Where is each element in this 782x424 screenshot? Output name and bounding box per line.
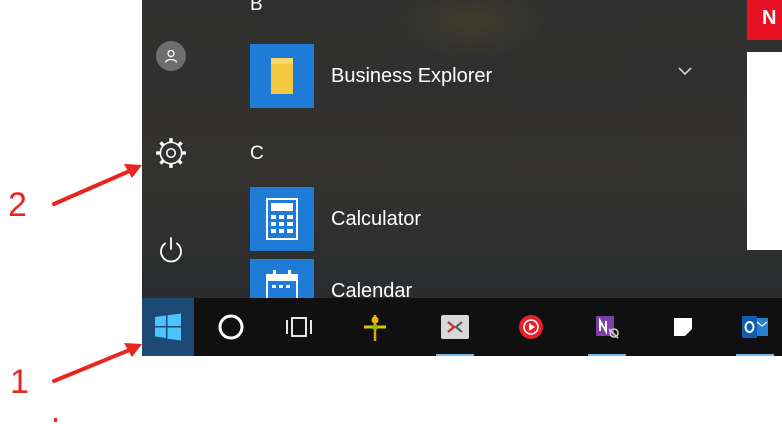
- live-tile-letter: N: [762, 7, 777, 29]
- media-player-icon: [519, 315, 543, 339]
- annotation-number-1: 1: [10, 363, 29, 401]
- outlook-icon: [742, 316, 768, 338]
- taskbar-app-network-pin[interactable]: [352, 298, 398, 356]
- app-calendar[interactable]: Calendar: [250, 259, 720, 298]
- annotation-dot: [54, 418, 57, 422]
- app-label: Business Explorer: [331, 64, 493, 87]
- running-indicator: [588, 354, 626, 356]
- taskbar-app-remote[interactable]: [432, 298, 478, 356]
- live-tile-news[interactable]: N: [747, 0, 782, 40]
- sticky-notes-icon: [674, 318, 692, 336]
- running-indicator: [736, 354, 774, 356]
- onenote-icon: [596, 316, 619, 339]
- running-indicator: [436, 354, 474, 356]
- taskbar-app-sticky-notes[interactable]: [660, 298, 706, 356]
- taskbar-app-onenote[interactable]: [584, 298, 630, 356]
- app-label: Calculator: [331, 207, 422, 230]
- start-left-rail: [142, 0, 200, 298]
- annotation-arrow-2: [52, 164, 142, 206]
- taskbar-app-media[interactable]: [508, 298, 554, 356]
- calendar-icon: [266, 270, 298, 298]
- app-business-explorer[interactable]: Business Explorer: [250, 44, 720, 108]
- cortana-button[interactable]: [208, 298, 254, 356]
- live-tile-blank[interactable]: [747, 52, 782, 250]
- app-label: Calendar: [331, 279, 413, 299]
- settings-gear-icon: [156, 138, 186, 168]
- network-pin-icon: [364, 315, 386, 341]
- calculator-icon: [266, 198, 298, 240]
- task-view-icon: [286, 317, 312, 337]
- section-letter-c[interactable]: C: [250, 143, 264, 165]
- taskbar-app-outlook[interactable]: [732, 298, 778, 356]
- app-tile: [250, 44, 314, 108]
- app-calculator[interactable]: Calculator: [250, 187, 720, 251]
- folder-icon: [271, 58, 293, 94]
- annotation-number-2: 2: [8, 186, 27, 224]
- power-icon: [160, 237, 182, 263]
- start-menu: B Business Explorer C Calculator Calenda…: [142, 0, 782, 298]
- app-tile: [250, 259, 314, 298]
- power-button[interactable]: [150, 229, 192, 271]
- user-avatar-icon: [156, 41, 186, 71]
- task-view-button[interactable]: [276, 298, 322, 356]
- section-letter-b[interactable]: B: [250, 0, 263, 16]
- app-tile: [250, 187, 314, 251]
- user-account-button[interactable]: [150, 35, 192, 77]
- windows-logo-icon: [155, 313, 181, 341]
- taskbar: [142, 298, 782, 356]
- cortana-circle-icon: [218, 314, 244, 340]
- chevron-down-icon[interactable]: [678, 66, 692, 76]
- live-tiles-panel: N: [747, 0, 782, 250]
- annotation-arrow-1: [52, 343, 142, 383]
- settings-button[interactable]: [150, 132, 192, 174]
- remote-app-icon: [441, 315, 469, 339]
